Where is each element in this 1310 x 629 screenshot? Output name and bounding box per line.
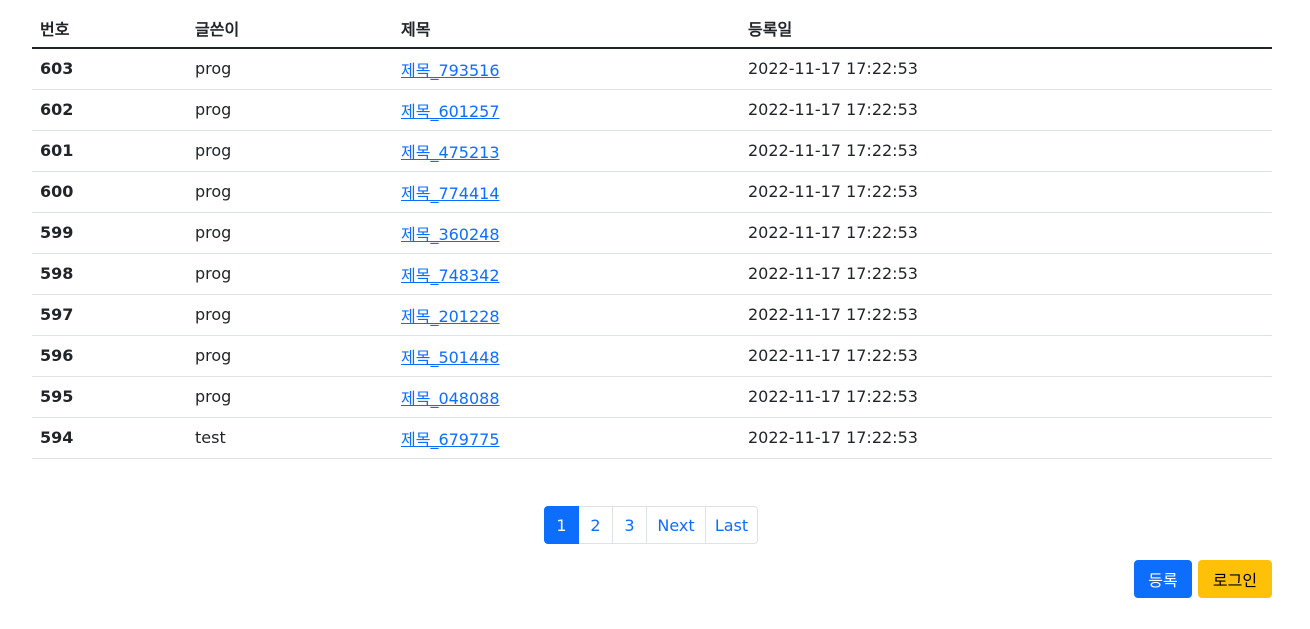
post-title-cell: 제목_501448 [393, 335, 740, 377]
post-date: 2022-11-17 17:22:53 [740, 130, 1272, 172]
post-number: 599 [32, 212, 187, 254]
page-link-3[interactable]: 3 [612, 506, 647, 544]
table-body: 603 prog 제목_793516 2022-11-17 17:22:53 6… [32, 48, 1272, 459]
post-title-link[interactable]: 제목_679775 [401, 430, 500, 449]
post-title-link[interactable]: 제목_501448 [401, 348, 500, 367]
post-number: 598 [32, 253, 187, 295]
post-title-cell: 제목_201228 [393, 294, 740, 336]
post-title-cell: 제목_601257 [393, 89, 740, 131]
pagination: 1 2 3 Next Last [544, 506, 758, 544]
post-title-cell: 제목_793516 [393, 48, 740, 90]
column-header-number: 번호 [32, 8, 187, 49]
post-title-link[interactable]: 제목_793516 [401, 61, 500, 80]
post-title-cell: 제목_748342 [393, 253, 740, 295]
post-writer: prog [187, 212, 393, 254]
post-number: 602 [32, 89, 187, 131]
table-row: 603 prog 제목_793516 2022-11-17 17:22:53 [32, 48, 1272, 90]
post-writer: prog [187, 335, 393, 377]
column-header-title: 제목 [393, 8, 740, 49]
post-title-link[interactable]: 제목_774414 [401, 184, 500, 203]
post-title-link[interactable]: 제목_360248 [401, 225, 500, 244]
post-number: 594 [32, 417, 187, 459]
table-row: 600 prog 제목_774414 2022-11-17 17:22:53 [32, 171, 1272, 213]
table-row: 595 prog 제목_048088 2022-11-17 17:22:53 [32, 376, 1272, 418]
post-number: 600 [32, 171, 187, 213]
post-number: 601 [32, 130, 187, 172]
post-title-link[interactable]: 제목_475213 [401, 143, 500, 162]
post-number: 597 [32, 294, 187, 336]
post-date: 2022-11-17 17:22:53 [740, 376, 1272, 418]
action-buttons: 등록 로그인 [1134, 560, 1272, 598]
post-writer: prog [187, 130, 393, 172]
register-button[interactable]: 등록 [1134, 560, 1192, 598]
page-link-last[interactable]: Last [705, 506, 758, 544]
post-number: 596 [32, 335, 187, 377]
post-date: 2022-11-17 17:22:53 [740, 335, 1272, 377]
post-title-cell: 제목_360248 [393, 212, 740, 254]
post-date: 2022-11-17 17:22:53 [740, 253, 1272, 295]
login-button[interactable]: 로그인 [1198, 560, 1272, 598]
post-date: 2022-11-17 17:22:53 [740, 171, 1272, 213]
post-title-cell: 제목_475213 [393, 130, 740, 172]
table-header-row: 번호 글쓴이 제목 등록일 [32, 8, 1272, 49]
table-row: 599 prog 제목_360248 2022-11-17 17:22:53 [32, 212, 1272, 254]
table-row: 597 prog 제목_201228 2022-11-17 17:22:53 [32, 294, 1272, 336]
post-writer: prog [187, 253, 393, 295]
table-row: 596 prog 제목_501448 2022-11-17 17:22:53 [32, 335, 1272, 377]
post-writer: test [187, 417, 393, 459]
table-row: 598 prog 제목_748342 2022-11-17 17:22:53 [32, 253, 1272, 295]
post-title-link[interactable]: 제목_601257 [401, 102, 500, 121]
post-writer: prog [187, 89, 393, 131]
post-number: 603 [32, 48, 187, 90]
post-writer: prog [187, 48, 393, 90]
post-title-link[interactable]: 제목_201228 [401, 307, 500, 326]
column-header-writer: 글쓴이 [187, 8, 393, 49]
post-number: 595 [32, 376, 187, 418]
post-title-link[interactable]: 제목_748342 [401, 266, 500, 285]
post-writer: prog [187, 376, 393, 418]
post-date: 2022-11-17 17:22:53 [740, 417, 1272, 459]
post-title-link[interactable]: 제목_048088 [401, 389, 500, 408]
table-header: 번호 글쓴이 제목 등록일 [32, 8, 1272, 49]
post-date: 2022-11-17 17:22:53 [740, 294, 1272, 336]
post-date: 2022-11-17 17:22:53 [740, 48, 1272, 90]
table-row: 601 prog 제목_475213 2022-11-17 17:22:53 [32, 130, 1272, 172]
page-link-2[interactable]: 2 [578, 506, 613, 544]
post-title-cell: 제목_679775 [393, 417, 740, 459]
post-title-cell: 제목_774414 [393, 171, 740, 213]
post-date: 2022-11-17 17:22:53 [740, 212, 1272, 254]
post-writer: prog [187, 294, 393, 336]
page-link-next[interactable]: Next [646, 506, 706, 544]
post-writer: prog [187, 171, 393, 213]
board-table: 번호 글쓴이 제목 등록일 603 prog 제목_793516 2022-11… [32, 8, 1272, 459]
table-row: 594 test 제목_679775 2022-11-17 17:22:53 [32, 417, 1272, 459]
post-date: 2022-11-17 17:22:53 [740, 89, 1272, 131]
board-container: 번호 글쓴이 제목 등록일 603 prog 제목_793516 2022-11… [32, 8, 1272, 459]
column-header-date: 등록일 [740, 8, 1272, 49]
post-title-cell: 제목_048088 [393, 376, 740, 418]
table-row: 602 prog 제목_601257 2022-11-17 17:22:53 [32, 89, 1272, 131]
page-link-1[interactable]: 1 [544, 506, 579, 544]
